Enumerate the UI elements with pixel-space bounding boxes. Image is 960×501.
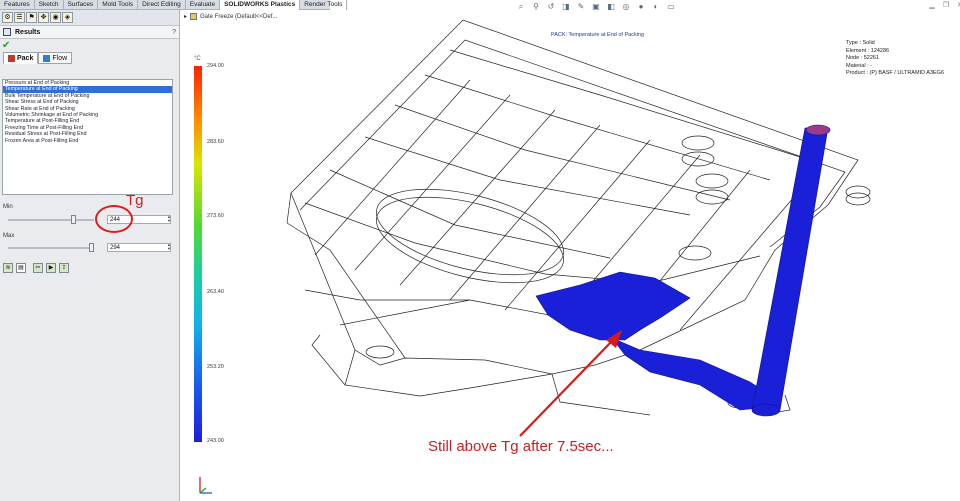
result-tabs: Pack Flow xyxy=(3,52,73,64)
list-item[interactable]: Frozen Area at Post-Filling End xyxy=(3,138,172,144)
help-icon[interactable]: ? xyxy=(172,29,176,36)
tab-mold-tools[interactable]: Mold Tools xyxy=(98,0,139,10)
min-slider-track[interactable] xyxy=(8,219,94,221)
animation-icon[interactable]: ▶ xyxy=(46,263,56,273)
plot-option-icons: ≋ ▤ ✂ ▶ ⇪ xyxy=(3,263,69,273)
flow-icon xyxy=(43,54,51,62)
panel-title: Results xyxy=(15,28,41,36)
tab-pack[interactable]: Pack xyxy=(3,52,39,64)
feature-manager-icons: ⚙ ☰ ⚑ ✥ ◉ ◈ xyxy=(0,10,179,26)
display-manager-icon[interactable]: ◉ xyxy=(50,12,61,23)
tg-annotation: Tg xyxy=(126,192,144,209)
tab-features[interactable]: Features xyxy=(0,0,35,10)
feature-tree-icon[interactable]: ⚙ xyxy=(2,12,13,23)
dimxpert-icon[interactable]: ✥ xyxy=(38,12,49,23)
tab-flow[interactable]: Flow xyxy=(38,52,73,64)
min-slider-thumb[interactable] xyxy=(70,215,76,224)
show-plot-icon[interactable]: ≋ xyxy=(3,263,13,273)
clipping-icon[interactable]: ✂ xyxy=(33,263,43,273)
coordinate-triad-icon xyxy=(199,477,212,494)
frozen-region xyxy=(535,124,831,417)
tab-solidworks-plastics[interactable]: SOLIDWORKS Plastics xyxy=(220,0,301,10)
plastics-manager-icon[interactable]: ◈ xyxy=(62,12,73,23)
callout-arrow xyxy=(519,339,614,437)
results-icon xyxy=(3,28,11,36)
part-model xyxy=(286,19,871,437)
max-value-field[interactable]: 294 xyxy=(107,243,171,252)
callout-annotation: Still above Tg after 7.5sec... xyxy=(428,438,614,455)
tg-highlight-circle xyxy=(95,205,133,233)
min-spinner-icon[interactable]: ▲ ▼ xyxy=(166,215,172,224)
plot-settings-icon[interactable]: ▤ xyxy=(16,263,26,273)
tab-pack-label: Pack xyxy=(17,54,34,62)
results-header: Results ? xyxy=(0,26,179,39)
max-spinner-icon[interactable]: ▲ ▼ xyxy=(166,243,172,252)
min-label: Min xyxy=(3,204,13,210)
command-manager-tabs: Features Sketch Surfaces Mold Tools Direct E… xyxy=(0,0,348,10)
results-list[interactable]: Pressure at End of Packing Temperature at… xyxy=(2,79,173,195)
tab-surfaces[interactable]: Surfaces xyxy=(64,0,99,10)
pack-icon xyxy=(8,54,15,62)
tab-sketch[interactable]: Sketch xyxy=(35,0,64,10)
export-icon[interactable]: ⇪ xyxy=(59,263,69,273)
max-slider-thumb[interactable] xyxy=(89,243,95,252)
tab-flow-label: Flow xyxy=(52,54,68,62)
tab-render-tools[interactable]: Render Tools xyxy=(300,0,348,10)
tab-evaluate[interactable]: Evaluate xyxy=(186,0,221,10)
tab-direct-editing[interactable]: Direct Editing xyxy=(138,0,186,10)
max-label: Max xyxy=(3,233,15,239)
ok-checkmark-icon[interactable]: ✔ xyxy=(0,39,179,52)
max-slider-track[interactable] xyxy=(8,247,94,249)
property-manager-icon[interactable]: ☰ xyxy=(14,12,25,23)
config-manager-icon[interactable]: ⚑ xyxy=(26,12,37,23)
